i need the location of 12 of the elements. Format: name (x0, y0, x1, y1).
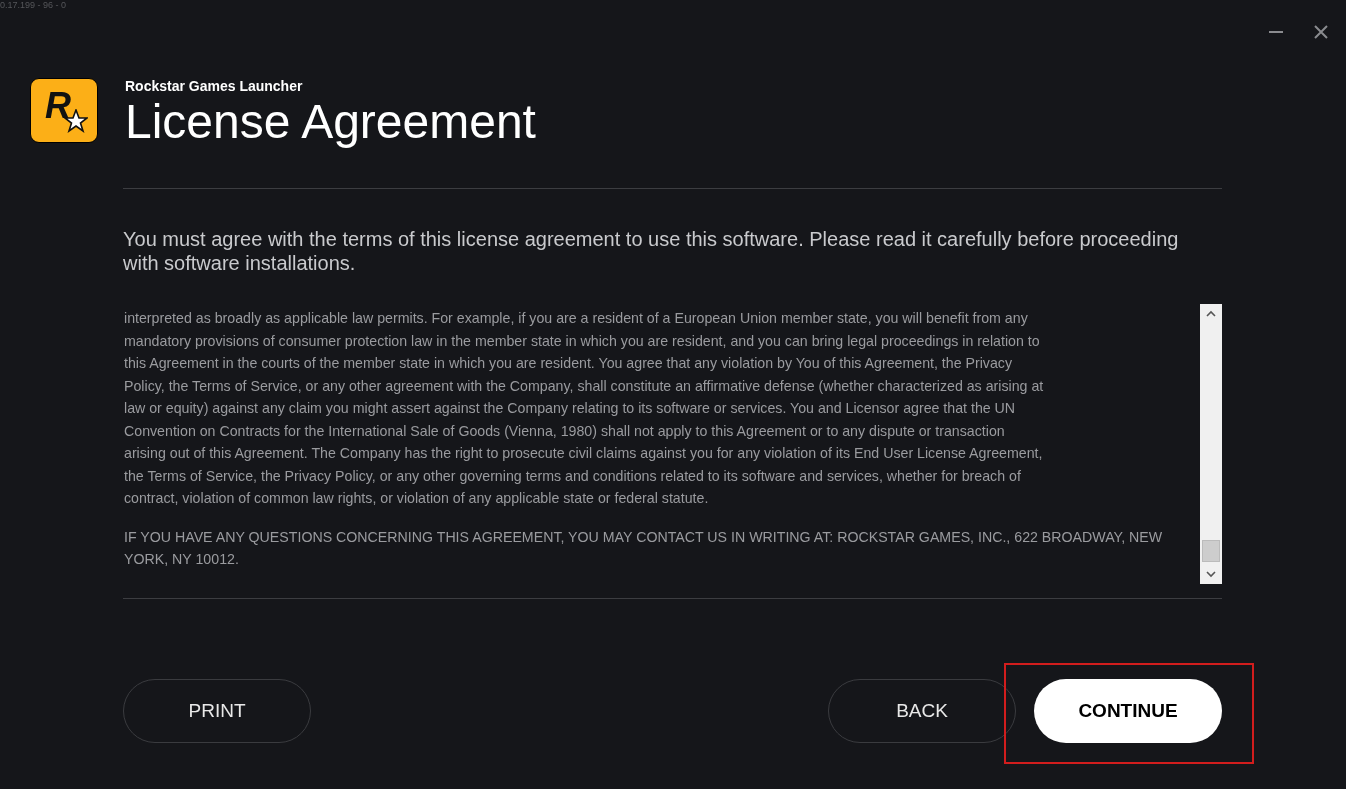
logo-icon: R (30, 78, 98, 143)
scrollbar[interactable] (1200, 304, 1222, 584)
continue-button[interactable]: CONTINUE (1034, 679, 1222, 743)
app-name: Rockstar Games Launcher (125, 78, 304, 94)
scroll-up-icon[interactable] (1206, 310, 1216, 318)
page-title: License Agreement (125, 94, 536, 150)
license-paragraph: IF YOU HAVE ANY QUESTIONS CONCERNING THIS AGREEMENT, YOU MAY CONTACT US IN WRITING AT: ROCKSTAR GAMES, INC., 622 BROADWAY, NEW YORK, NY 10012. (124, 527, 1164, 569)
intro-text: You must agree with the terms of this license agreement to use this software. Please read it carefully before proceeding with software installations. (123, 227, 1180, 275)
close-icon[interactable] (1314, 25, 1328, 39)
scroll-down-icon[interactable] (1206, 570, 1216, 578)
license-paragraph: interpreted as broadly as applicable law permits. For example, if you are a resident of a European Union member state, you will benefit from any mandatory provisions of consumer protection law in the member state in which you are resident, and you can bring legal proceedings in relation to this Agreement in the courts of the member state in which you are resident. You agree that any violation by You of this Agreement, the Privacy Policy, the Terms of Service, or any other agreement with the Company, shall constitute an affirmative defense (whether characterized as arising at law or equity) against any claim you might assert against the Company relating to its software or services. You and Licensor agree that the UN Convention on Contracts for the International Sale of Goods (Vienna, 1980) shall not apply to this Agreement or to any dispute or transaction arising out of this Agreement. The Company has the right to prosecute civil claims against you for any violation of its End User License Agreement, the Terms of Service, the Privacy Policy, or any other governing terms and conditions related to its software and services, whether for breach of contract, violation of common law rights, or violation of any applicable state or federal statute. (124, 309, 1045, 508)
scroll-thumb[interactable] (1202, 540, 1220, 562)
